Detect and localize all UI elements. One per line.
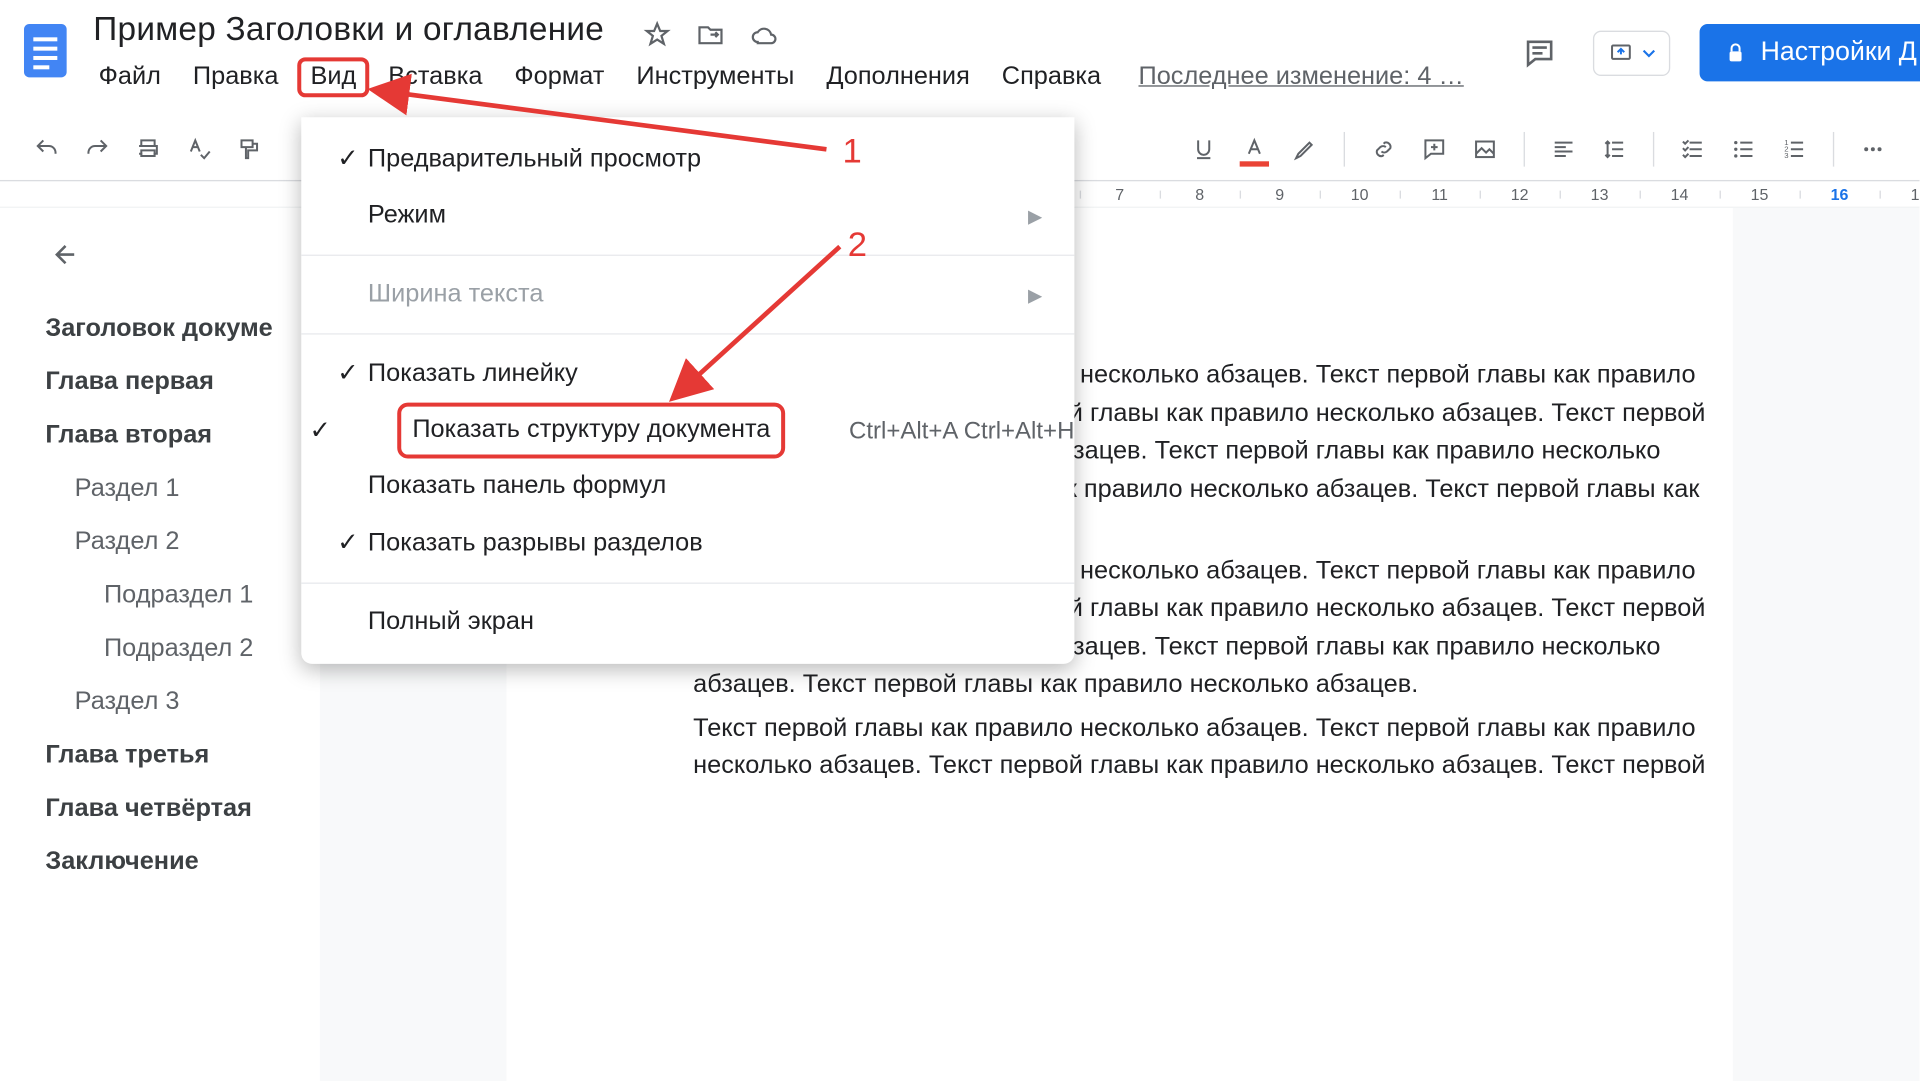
link-icon[interactable] xyxy=(1361,126,1406,171)
dd-shortcut: Ctrl+Alt+A Ctrl+Alt+H xyxy=(849,417,1074,445)
outline-back-icon[interactable] xyxy=(45,237,306,278)
outline-item[interactable]: Заключение xyxy=(45,836,306,889)
ruler-tick: 12 xyxy=(1480,185,1560,204)
dd-show-outline[interactable]: Показать структуру документа xyxy=(398,403,785,459)
print-icon[interactable] xyxy=(125,126,170,171)
bullet-list-icon[interactable] xyxy=(1721,126,1766,171)
menu-view[interactable]: Вид xyxy=(297,57,369,97)
ruler-tick: 8 xyxy=(1160,185,1240,204)
comment-add-icon[interactable] xyxy=(1412,126,1457,171)
view-dropdown: ✓Предварительный просмотр Режим▶ Ширина … xyxy=(301,117,1074,664)
menu-bar: Файл Правка Вид Вставка Формат Инструмен… xyxy=(85,57,1463,97)
outline-item[interactable]: Подраздел 2 xyxy=(45,623,306,676)
svg-text:3: 3 xyxy=(1784,151,1788,160)
paint-format-icon[interactable] xyxy=(227,126,272,171)
last-change[interactable]: Последнее изменение: 4 … xyxy=(1138,63,1463,92)
align-icon[interactable] xyxy=(1541,126,1586,171)
share-label: Настройки Д xyxy=(1761,37,1917,68)
ruler-tick: 11 xyxy=(1400,185,1480,204)
outline-item[interactable]: Подраздел 1 xyxy=(45,569,306,622)
menu-tools[interactable]: Инструменты xyxy=(623,57,808,97)
ruler-tick: 13 xyxy=(1560,185,1640,204)
outline-item[interactable]: Глава третья xyxy=(45,729,306,782)
header: Пример Заголовки и оглавление Файл Правк… xyxy=(0,0,1920,117)
comments-icon[interactable] xyxy=(1515,29,1563,77)
outline-item[interactable]: Раздел 2 xyxy=(45,516,306,569)
menu-format[interactable]: Формат xyxy=(501,57,618,97)
spellcheck-icon[interactable] xyxy=(176,126,221,171)
outline-item[interactable]: Раздел 1 xyxy=(45,463,306,516)
star-icon[interactable] xyxy=(642,20,671,49)
more-icon[interactable] xyxy=(1850,126,1895,171)
outline-item[interactable]: Глава четвёртая xyxy=(45,782,306,835)
dd-show-section-breaks[interactable]: ✓Показать разрывы разделов xyxy=(301,515,1074,572)
ruler-tick: 9 xyxy=(1240,185,1320,204)
doc-paragraph: Текст первой главы как правило несколько… xyxy=(693,710,1719,786)
doc-title[interactable]: Пример Заголовки и оглавление xyxy=(85,8,612,51)
undo-icon[interactable] xyxy=(24,126,69,171)
checklist-icon[interactable] xyxy=(1670,126,1715,171)
dd-mode[interactable]: Режим▶ xyxy=(301,188,1074,244)
cloud-icon[interactable] xyxy=(749,20,778,49)
dd-show-formula[interactable]: Показать панель формул xyxy=(301,459,1074,515)
menu-file[interactable]: Файл xyxy=(85,57,174,97)
docs-logo[interactable] xyxy=(13,11,77,91)
dd-show-ruler[interactable]: ✓Показать линейку xyxy=(301,345,1074,402)
text-color-icon[interactable] xyxy=(1232,126,1277,171)
dd-text-width[interactable]: Ширина текста▶ xyxy=(301,267,1074,323)
annotation-2: 2 xyxy=(848,224,867,265)
ruler-tick: 10 xyxy=(1320,185,1400,204)
share-button[interactable]: Настройки Д xyxy=(1699,24,1920,81)
annotation-1: 1 xyxy=(842,131,861,172)
number-list-icon[interactable]: 123 xyxy=(1772,126,1817,171)
ruler-tick: 17 xyxy=(1880,185,1920,204)
outline-panel: Заголовок докумеГлава перваяГлава вторая… xyxy=(0,208,320,1081)
highlight-icon[interactable] xyxy=(1282,126,1327,171)
dd-preview[interactable]: ✓Предварительный просмотр xyxy=(301,131,1074,188)
outline-item[interactable]: Раздел 3 xyxy=(45,676,306,729)
ruler-tick: 15 xyxy=(1720,185,1800,204)
redo-icon[interactable] xyxy=(75,126,120,171)
dd-fullscreen[interactable]: Полный экран xyxy=(301,595,1074,651)
menu-insert[interactable]: Вставка xyxy=(375,57,496,97)
line-spacing-icon[interactable] xyxy=(1592,126,1637,171)
underline-icon[interactable] xyxy=(1181,126,1226,171)
menu-addons[interactable]: Дополнения xyxy=(813,57,983,97)
menu-edit[interactable]: Правка xyxy=(180,57,292,97)
ruler-tick: 14 xyxy=(1640,185,1720,204)
outline-item[interactable]: Глава первая xyxy=(45,356,306,409)
ruler-tick: 16 xyxy=(1800,185,1880,204)
menu-help[interactable]: Справка xyxy=(988,57,1114,97)
ruler-tick: 7 xyxy=(1080,185,1160,204)
image-icon[interactable] xyxy=(1462,126,1507,171)
present-button[interactable] xyxy=(1593,30,1670,75)
outline-item[interactable]: Глава вторая xyxy=(45,409,306,462)
move-icon[interactable] xyxy=(695,20,724,49)
outline-item[interactable]: Заголовок докуме xyxy=(45,303,306,356)
